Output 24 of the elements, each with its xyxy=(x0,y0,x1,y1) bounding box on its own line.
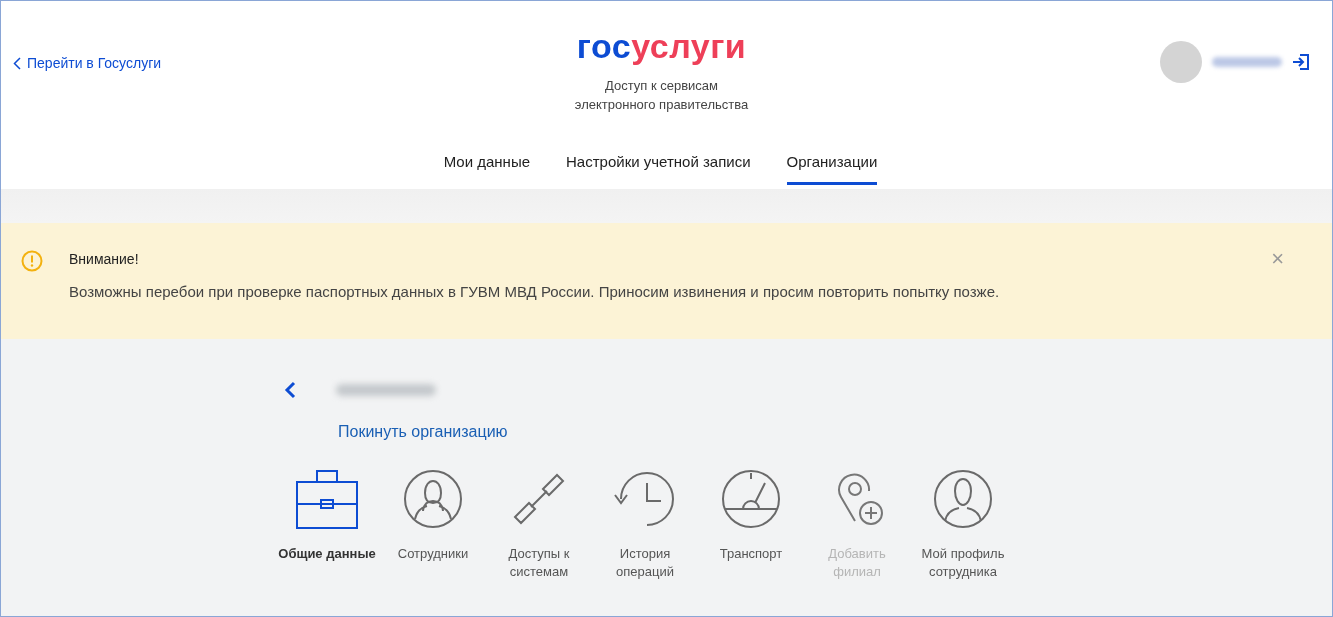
leave-organization-link[interactable]: Покинуть организацию xyxy=(338,423,1332,441)
logo: госуслуги xyxy=(576,27,747,66)
logout-icon[interactable] xyxy=(1292,53,1310,71)
section-item[interactable]: Мой профиль сотрудника xyxy=(910,467,1016,581)
warning-icon xyxy=(21,250,43,272)
chevron-icon xyxy=(13,56,21,70)
alert-message: Возможны перебои при проверке паспортных данных в ГУВМ МВД России. Приносим извинения и просим повторить попытку позже. xyxy=(69,283,1001,300)
section-item[interactable]: Сотрудники xyxy=(380,467,486,581)
section-item[interactable]: История операций xyxy=(592,467,698,581)
alert-title: Внимание! xyxy=(69,251,140,267)
nav-tab[interactable]: Мои данные xyxy=(443,151,531,185)
back-link[interactable]: Перейти в Госуслуги xyxy=(13,55,313,71)
section-item[interactable]: Транспорт xyxy=(698,467,804,581)
subtitle: Доступ к сервисам электронного правительства xyxy=(573,77,750,114)
blurred-name xyxy=(1212,57,1282,67)
gauge-icon xyxy=(719,467,783,531)
nav-tab[interactable]: Настройки учетной записи xyxy=(566,151,751,185)
section-item[interactable]: Доступы к системам xyxy=(486,467,592,581)
nav-tab[interactable]: Организации xyxy=(786,151,878,185)
person-icon xyxy=(931,467,995,531)
section-item[interactable]: Общие данные xyxy=(274,467,380,581)
briefcase-icon xyxy=(295,467,359,531)
back-chevron-icon[interactable] xyxy=(284,381,296,399)
people-icon xyxy=(401,467,465,531)
